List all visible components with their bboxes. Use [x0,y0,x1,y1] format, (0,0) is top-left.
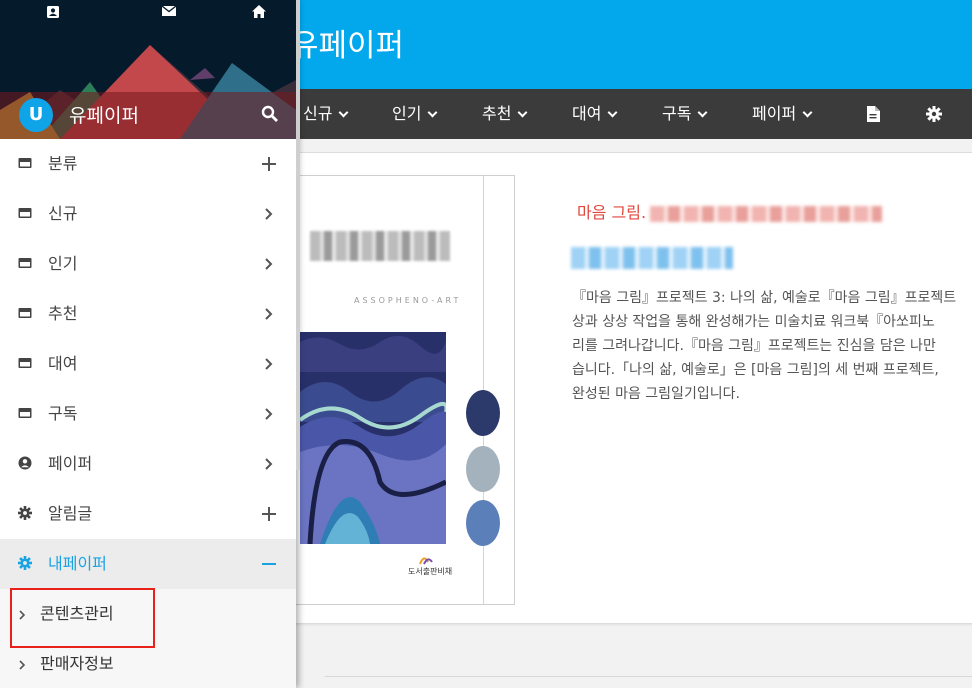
nav-paper[interactable]: 페이퍼 [752,89,813,139]
book-cover[interactable]: ASSOPHENO-ART 도서출판비채 [281,175,515,605]
page: 유페이퍼 신규 인기 추천 대여 구독 페이퍼 ASSOPHENO-ART 도서… [0,0,972,688]
nav-popular[interactable]: 인기 [392,89,438,139]
drawer-item-new[interactable]: 신규 [0,189,296,239]
nav-rental[interactable]: 대여 [572,89,618,139]
chevron-down-icon [339,107,349,118]
person-icon [18,456,32,470]
book-category-blurred [650,205,883,222]
drawer-item-label: 구독 [48,404,78,423]
drawer-item-my-paper[interactable]: 내페이퍼 [0,539,296,589]
color-swatch [466,446,500,492]
nav-subscribe[interactable]: 구독 [662,89,708,139]
nav-new[interactable]: 신규 [303,89,349,139]
publisher-logo: 도서출판비채 [408,556,452,582]
chevron-down-icon [608,107,618,118]
drawer-item-label: 대여 [48,354,78,373]
book-card: ASSOPHENO-ART 도서출판비채 마음 그림. 『마음 그림』프로젝트 … [280,152,972,624]
publisher-name: 도서출판비채 [408,567,453,576]
card-icon [18,408,32,418]
description-line: 『마음 그림』프로젝트 3: 나의 삶, 예술로『마음 그림』프로젝트 [572,290,957,306]
description-line: 상과 상상 작업을 통해 완성해가는 미술치료 워크북『아쏘피노 [572,314,935,330]
nav-recommend[interactable]: 추천 [482,89,528,139]
chevron-down-icon [698,107,708,118]
book-category[interactable]: 마음 그림. [577,199,883,223]
home-icon[interactable] [252,5,266,18]
chevron-right-icon [265,408,273,420]
chevron-right-icon [265,458,273,470]
drawer-item-notice[interactable]: 알림글 [0,489,296,539]
drawer-title: 유페이퍼 [69,105,139,127]
book-description: 『마음 그림』프로젝트 3: 나의 삶, 예술로『마음 그림』프로젝트 상과 상… [572,286,972,406]
drawer-item-rental[interactable]: 대여 [0,339,296,389]
drawer-scrollbar[interactable] [296,0,300,470]
chevron-right-icon [265,258,273,270]
drawer-header: U 유페이퍼 [0,0,296,139]
gear-icon[interactable] [926,106,942,122]
nav-rental-label: 대여 [572,104,602,123]
avatar[interactable]: U [19,98,53,132]
search-icon[interactable] [260,104,280,124]
gear-icon [18,556,32,570]
drawer-item-popular[interactable]: 인기 [0,239,296,289]
drawer-item-label: 페이퍼 [48,454,93,473]
card-icon [18,258,32,268]
drawer-item-label: 신규 [48,204,78,223]
gear-icon [18,506,32,520]
description-line: 완성된 마음 그림일기입니다. [572,386,740,402]
cover-artwork [300,332,446,544]
chevron-right-icon [265,358,273,370]
drawer-item-label: 분류 [48,154,78,173]
nav-recommend-label: 추천 [482,104,512,123]
plus-icon[interactable] [262,157,276,171]
drawer-item-category[interactable]: 분류 [0,139,296,189]
description-line: 리를 그려나갑니다.『마음 그림』프로젝트는 진심을 담은 나만 [572,338,936,354]
drawer-item-subscribe[interactable]: 구독 [0,389,296,439]
drawer-item-paper[interactable]: 페이퍼 [0,439,296,489]
book-category-label: 마음 그림. [577,203,647,222]
chevron-right-icon [19,660,26,670]
card-icon [18,308,32,318]
nav-new-label: 신규 [303,104,333,123]
drawer-item-label: 내페이퍼 [48,554,107,573]
card-icon [18,208,32,218]
drawer-item-label: 추천 [48,304,78,323]
chevron-down-icon [518,107,528,118]
contact-icon[interactable] [46,5,60,19]
nav-paper-label: 페이퍼 [752,104,797,123]
mail-icon[interactable] [162,5,176,17]
cover-title-blurred [310,231,450,261]
book-title-blurred[interactable] [571,247,733,269]
divider [325,676,972,677]
description-line: 습니다.「나의 삶, 예술로」은 [마음 그림]의 세 번째 프로젝트, [572,362,939,378]
plus-icon[interactable] [262,507,276,521]
drawer-item-label: 알림글 [48,504,93,523]
color-swatch [466,390,500,436]
chevron-down-icon [802,107,813,118]
drawer-item-label: 인기 [48,254,78,273]
minus-icon[interactable] [262,557,276,571]
highlight-annotation [10,588,155,648]
site-logo-text[interactable]: 유페이퍼 [290,20,404,65]
nav-drawer: U 유페이퍼 분류 신규 인기 추천 대여 구독 페이퍼 알림글 내페이퍼 콘텐… [0,0,296,688]
chevron-right-icon [265,308,273,320]
card-icon [18,358,32,368]
document-icon[interactable] [866,106,880,122]
card-icon [18,158,32,168]
nav-popular-label: 인기 [392,104,422,123]
nav-subscribe-label: 구독 [662,104,692,123]
cover-subtitle: ASSOPHENO-ART [354,296,462,305]
drawer-item-recommend[interactable]: 추천 [0,289,296,339]
color-swatch [466,500,500,546]
chevron-right-icon [265,208,273,220]
chevron-down-icon [428,107,438,118]
